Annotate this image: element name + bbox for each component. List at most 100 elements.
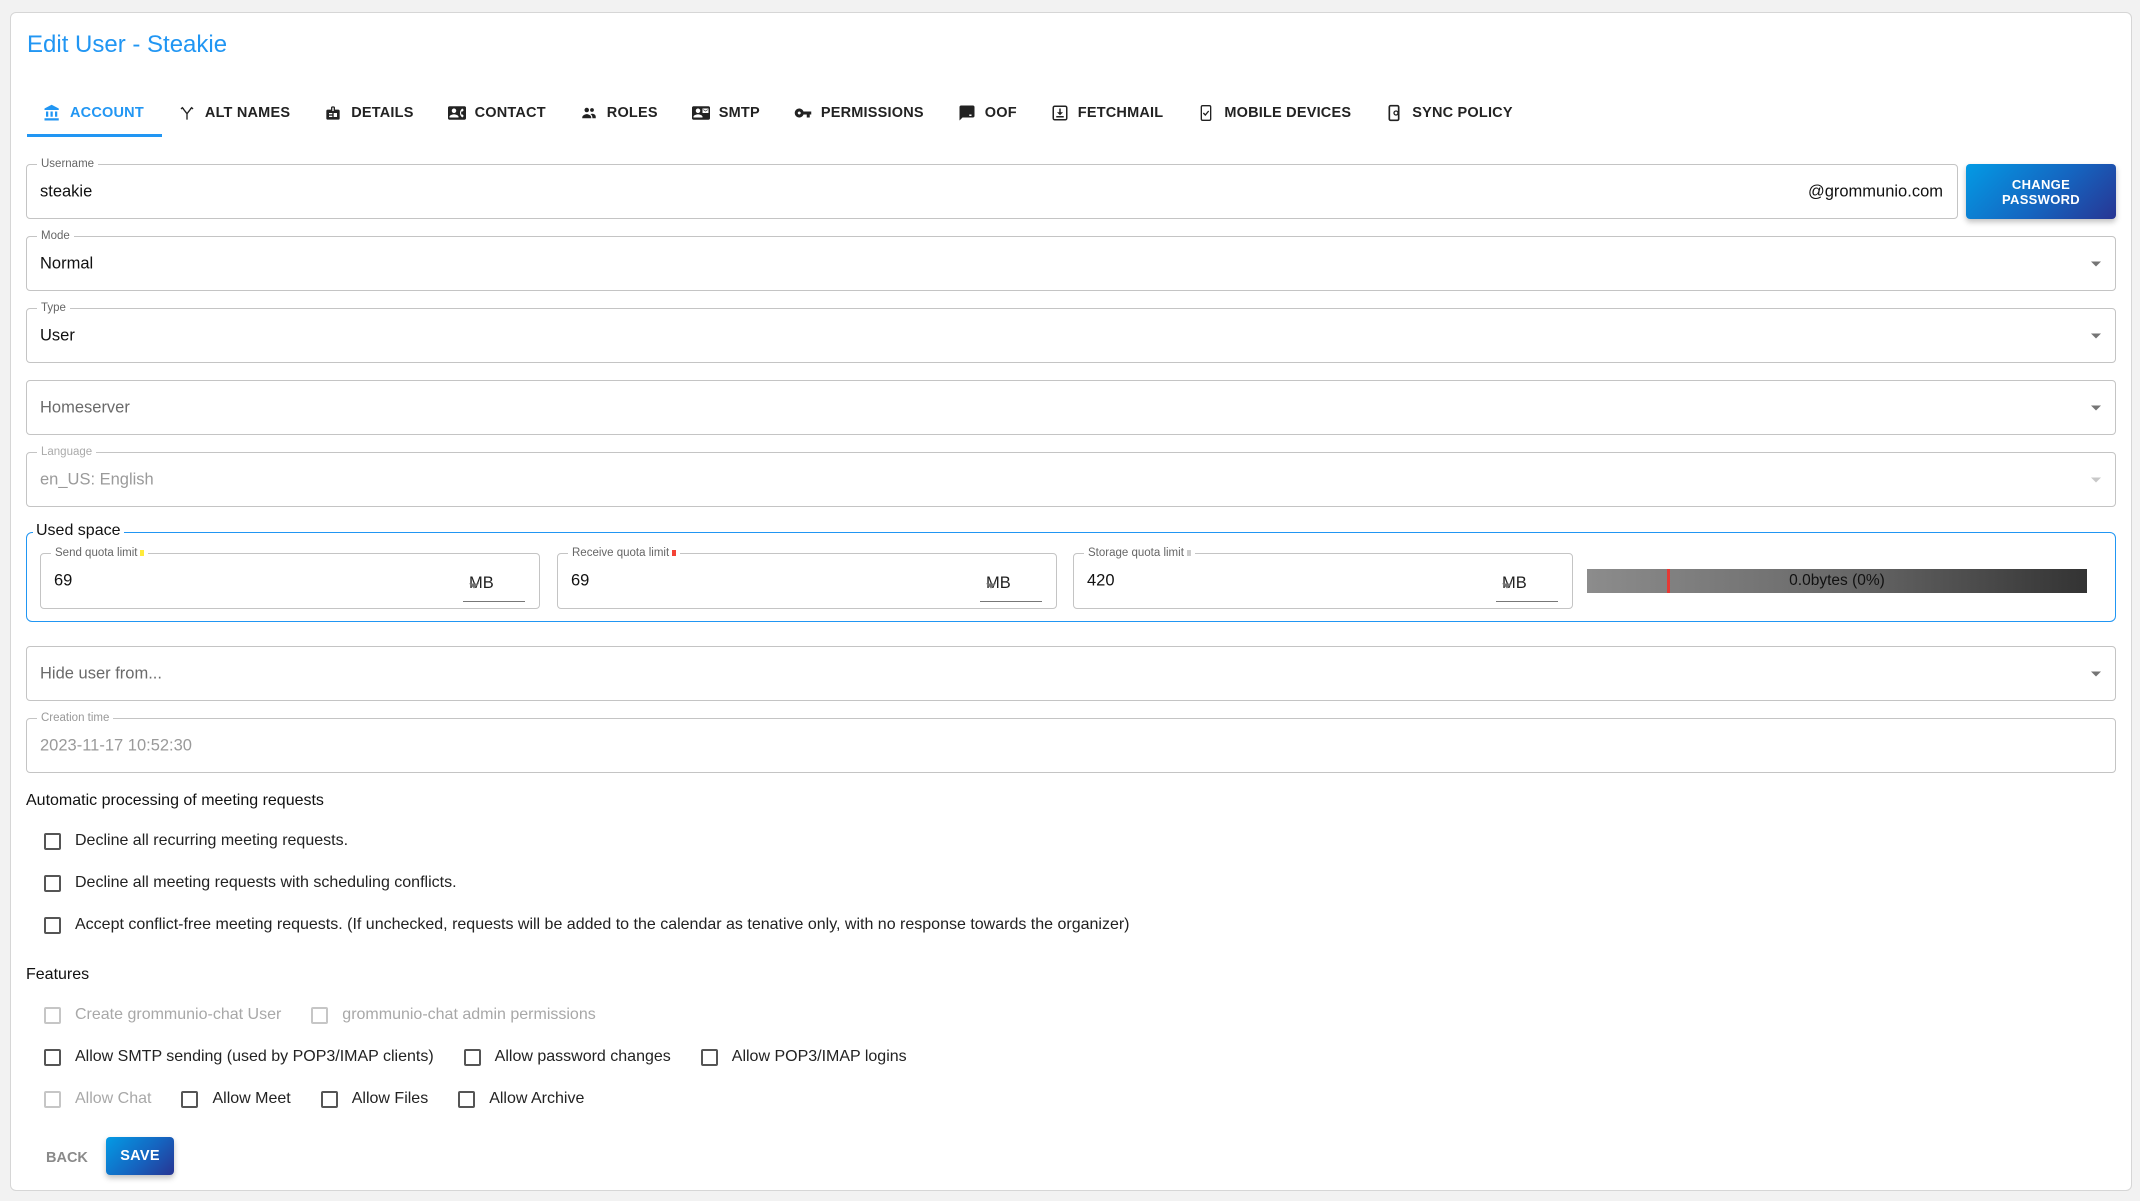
creation-time-value: 2023-11-17 10:52:30 [40, 736, 192, 754]
checkbox-box[interactable] [458, 1090, 476, 1108]
meeting-option-row: Decline all recurring meeting requests. [30, 832, 364, 850]
tab-mobile-devices[interactable]: MOBILE DEVICES [1181, 91, 1369, 135]
contact-card-icon [447, 104, 466, 122]
download-box-icon [1051, 104, 1069, 122]
type-label: Type [37, 301, 70, 315]
allow-smtp-checkbox[interactable]: Allow SMTP sending (used by POP3/IMAP cl… [30, 1048, 434, 1066]
tab-oof[interactable]: OOF [942, 91, 1035, 135]
meeting-option-row: Decline all meeting requests with schedu… [30, 874, 473, 892]
bank-icon [43, 104, 61, 122]
checkbox-box[interactable] [320, 1090, 338, 1108]
creation-time-label: Creation time [37, 711, 114, 725]
checkbox-box[interactable] [44, 832, 61, 850]
tab-smtp[interactable]: SMTP [676, 91, 778, 135]
tab-label: MOBILE DEVICES [1224, 105, 1352, 121]
storage-quota-field[interactable]: Storage quota limit 420 MB [1073, 546, 1573, 609]
create-chat-user-checkbox: Create grommunio-chat User [30, 1006, 281, 1024]
people-icon [580, 104, 598, 122]
change-password-button[interactable]: CHANGE PASSWORD [1966, 164, 2116, 219]
key-icon [794, 104, 812, 122]
contact-mail-icon [691, 104, 710, 122]
storage-quota-value: 420 [1087, 571, 1115, 590]
used-space-legend: Used space [33, 522, 124, 540]
decline-conflicts-checkbox[interactable]: Decline all meeting requests with schedu… [30, 874, 457, 892]
tab-label: ACCOUNT [70, 105, 144, 121]
checkbox-box [44, 1006, 61, 1024]
type-value: User [40, 326, 75, 344]
tab-fetchmail[interactable]: FETCHMAIL [1035, 91, 1182, 135]
checkbox-box[interactable] [44, 1048, 61, 1066]
meeting-heading: Automatic processing of meeting requests [26, 792, 324, 809]
tab-details[interactable]: DETAILS [308, 91, 431, 135]
language-select[interactable]: Language en_US: English [26, 445, 2116, 507]
page-title: Edit User - Steakie [27, 31, 228, 58]
tab-label: ROLES [606, 105, 658, 121]
type-select[interactable]: Type User [26, 301, 2116, 363]
storage-quota-label: Storage quota limit [1084, 546, 1195, 560]
phone-check-icon [1197, 104, 1215, 122]
features-row: Allow SMTP sending (used by POP3/IMAP cl… [30, 1048, 923, 1066]
username-label: Username [37, 157, 99, 171]
chevron-down-icon [2091, 477, 2101, 482]
creation-time-field: Creation time 2023-11-17 10:52:30 [26, 711, 2116, 773]
checkbox-box[interactable] [463, 1048, 481, 1066]
allow-archive-checkbox[interactable]: Allow Archive [444, 1090, 584, 1108]
badge-icon [324, 104, 342, 122]
language-value: en_US: English [40, 470, 154, 488]
tab-sync-policy[interactable]: SYNC POLICY [1369, 91, 1531, 135]
features-heading: Features [26, 966, 90, 983]
allow-password-changes-checkbox[interactable]: Allow password changes [450, 1048, 671, 1066]
back-button[interactable]: BACK [30, 1140, 104, 1176]
checkbox-box[interactable] [44, 916, 61, 934]
fork-icon [178, 104, 196, 122]
allow-meet-checkbox[interactable]: Allow Meet [167, 1090, 291, 1108]
username-value: steakie [40, 182, 93, 200]
tab-roles[interactable]: ROLES [564, 91, 676, 135]
send-quota-unit-select[interactable]: MB [463, 570, 525, 602]
allow-files-checkbox[interactable]: Allow Files [307, 1090, 428, 1108]
storage-usage-text: 0.0bytes (0%) [1789, 572, 1885, 589]
tab-label: ALT NAMES [204, 105, 291, 121]
decline-recurring-checkbox[interactable]: Decline all recurring meeting requests. [30, 832, 348, 850]
allow-chat-checkbox: Allow Chat [30, 1090, 151, 1108]
checkbox-box[interactable] [700, 1048, 718, 1066]
speaker-notes-off-icon [958, 104, 976, 122]
tab-permissions[interactable]: PERMISSIONS [778, 91, 942, 135]
tab-label: OOF [984, 105, 1017, 121]
username-field[interactable]: Username steakie @grommunio.com [26, 157, 1958, 219]
save-button[interactable]: SAVE [106, 1137, 174, 1175]
accept-conflict-free-checkbox[interactable]: Accept conflict-free meeting requests. (… [30, 916, 1130, 934]
tab-account[interactable]: ACCOUNT [27, 91, 162, 137]
storage-quota-unit-select[interactable]: MB [1496, 570, 1558, 602]
chevron-down-icon [2091, 405, 2101, 410]
checkbox-box[interactable] [181, 1090, 199, 1108]
domain-suffix: @grommunio.com [1807, 182, 1943, 200]
chevron-down-icon [986, 583, 996, 588]
send-quota-value: 69 [54, 571, 73, 590]
features-row: Allow Chat Allow Meet Allow Files Allow … [30, 1090, 600, 1108]
tab-label: SYNC POLICY [1412, 105, 1513, 121]
receive-quota-field[interactable]: Receive quota limit 69 MB [557, 546, 1057, 609]
homeserver-placeholder: Homeserver [40, 398, 130, 416]
checkbox-box [44, 1090, 61, 1108]
chevron-down-icon [2091, 671, 2101, 676]
tab-contact[interactable]: CONTACT [432, 91, 564, 135]
storage-quota-color-dot [1186, 549, 1191, 556]
mode-value: Normal [40, 254, 94, 272]
mode-select[interactable]: Mode Normal [26, 229, 2116, 291]
tab-alt-names[interactable]: ALT NAMES [162, 91, 308, 135]
allow-pop3-imap-checkbox[interactable]: Allow POP3/IMAP logins [687, 1048, 907, 1066]
hide-user-select[interactable]: Hide user from... [26, 646, 2116, 701]
homeserver-select[interactable]: Homeserver [26, 380, 2116, 435]
receive-quota-color-dot [672, 549, 677, 556]
chat-admin-permissions-checkbox: grommunio-chat admin permissions [297, 1006, 596, 1024]
chevron-down-icon [2091, 333, 2101, 338]
checkbox-box[interactable] [44, 874, 61, 892]
tab-label: FETCHMAIL [1077, 105, 1164, 121]
phone-settings-icon [1385, 104, 1403, 122]
features-row: Create grommunio-chat User grommunio-cha… [30, 1006, 612, 1024]
chevron-down-icon [1502, 583, 1512, 588]
send-quota-field[interactable]: Send quota limit 69 MB [40, 546, 540, 609]
receive-quota-unit-select[interactable]: MB [980, 570, 1042, 602]
tab-bar: ACCOUNT ALT NAMES DETAILS CONTACT ROLES … [27, 91, 1531, 137]
